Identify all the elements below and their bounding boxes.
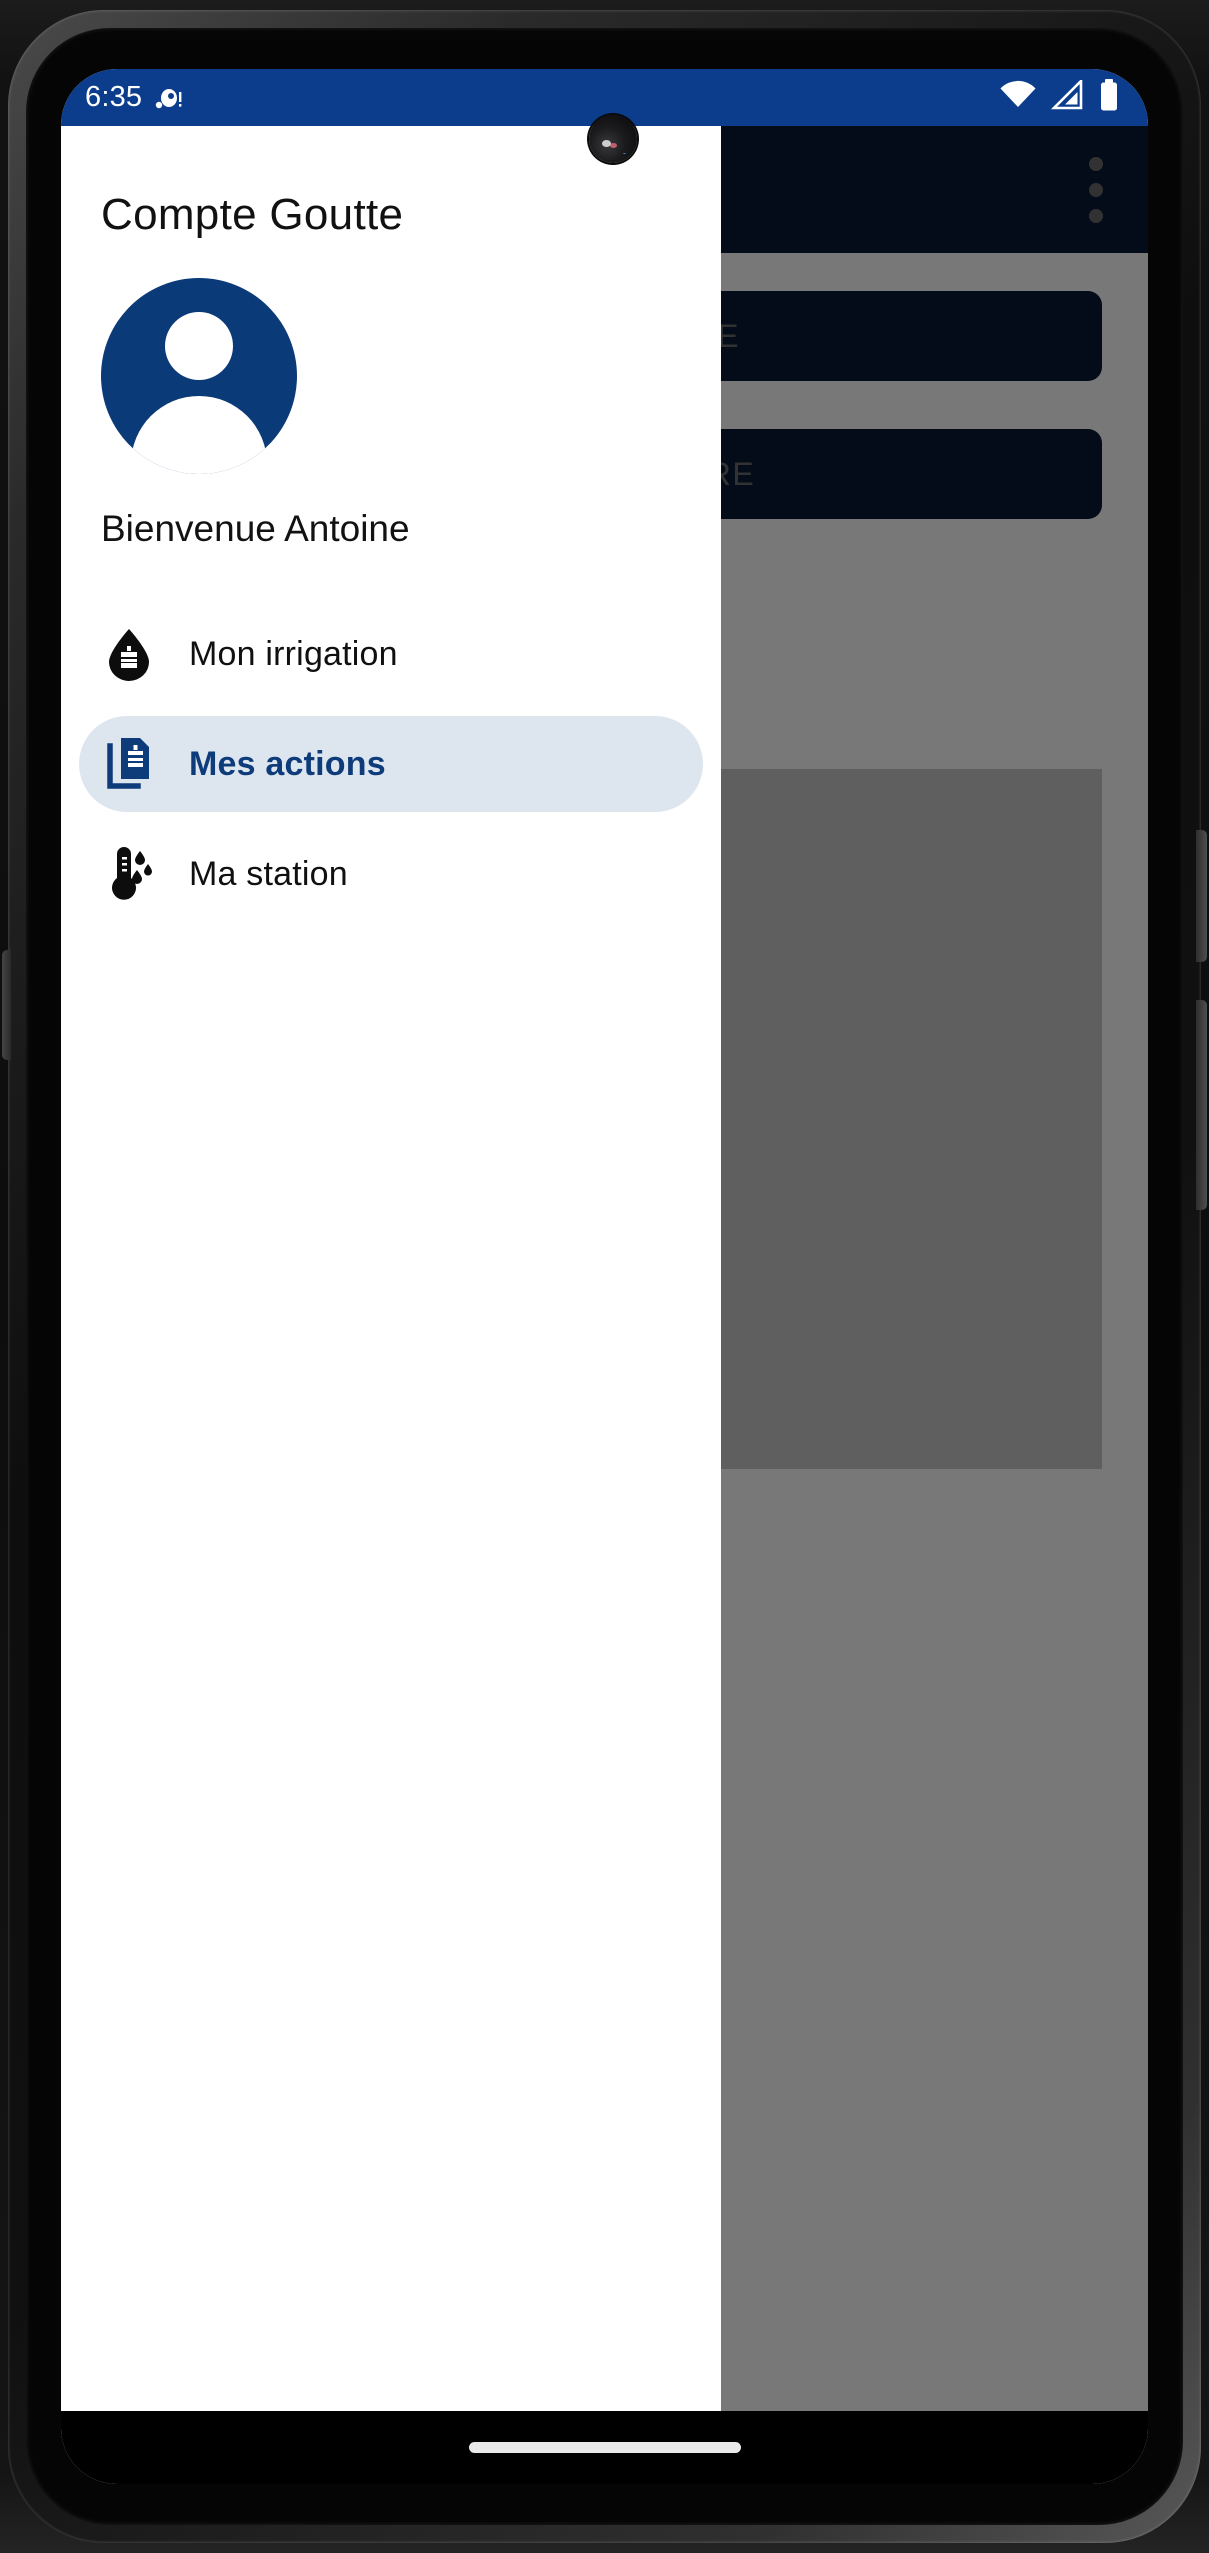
water-drop-adjust-icon: [103, 625, 155, 683]
phone-screen: CHANGER DATE CHANGER HEURE e ur Compte G…: [61, 69, 1148, 2484]
drawer-item-label: Mes actions: [189, 744, 386, 783]
cellular-signal-icon: [1050, 77, 1084, 115]
account-avatar-icon: [101, 278, 297, 474]
status-bar-left: 6:35: [85, 81, 183, 114]
thermometer-humidity-icon: [103, 845, 155, 903]
drawer-welcome-text: Bienvenue Antoine: [101, 508, 410, 549]
drawer-item-mon-irrigation[interactable]: Mon irrigation: [79, 606, 703, 702]
notification-dot-icon: [155, 85, 183, 111]
drawer-item-label: Mon irrigation: [189, 634, 398, 673]
drawer-title: Compte Goutte: [101, 190, 404, 239]
left-side-button[interactable]: [2, 950, 11, 1060]
drawer-item-ma-station[interactable]: Ma station: [79, 826, 703, 922]
camera-punch-hole: [589, 115, 637, 163]
status-bar-right: [999, 77, 1120, 116]
battery-full-icon: [1098, 79, 1120, 116]
drawer-item-mes-actions[interactable]: Mes actions: [79, 716, 703, 812]
document-adjust-icon: [103, 735, 155, 793]
gesture-navigation-bar: [61, 2411, 1148, 2484]
navigation-drawer: Compte Goutte Bienvenue Antoine Mon irri…: [61, 126, 721, 2411]
drawer-item-label: Ma station: [189, 854, 348, 893]
wifi-icon: [999, 80, 1037, 115]
status-clock: 6:35: [85, 81, 143, 113]
home-gesture-handle[interactable]: [468, 2442, 741, 2453]
volume-button[interactable]: [1196, 1000, 1207, 1210]
phone-device-frame: CHANGER DATE CHANGER HEURE e ur Compte G…: [0, 0, 1209, 2553]
power-button[interactable]: [1196, 830, 1207, 962]
